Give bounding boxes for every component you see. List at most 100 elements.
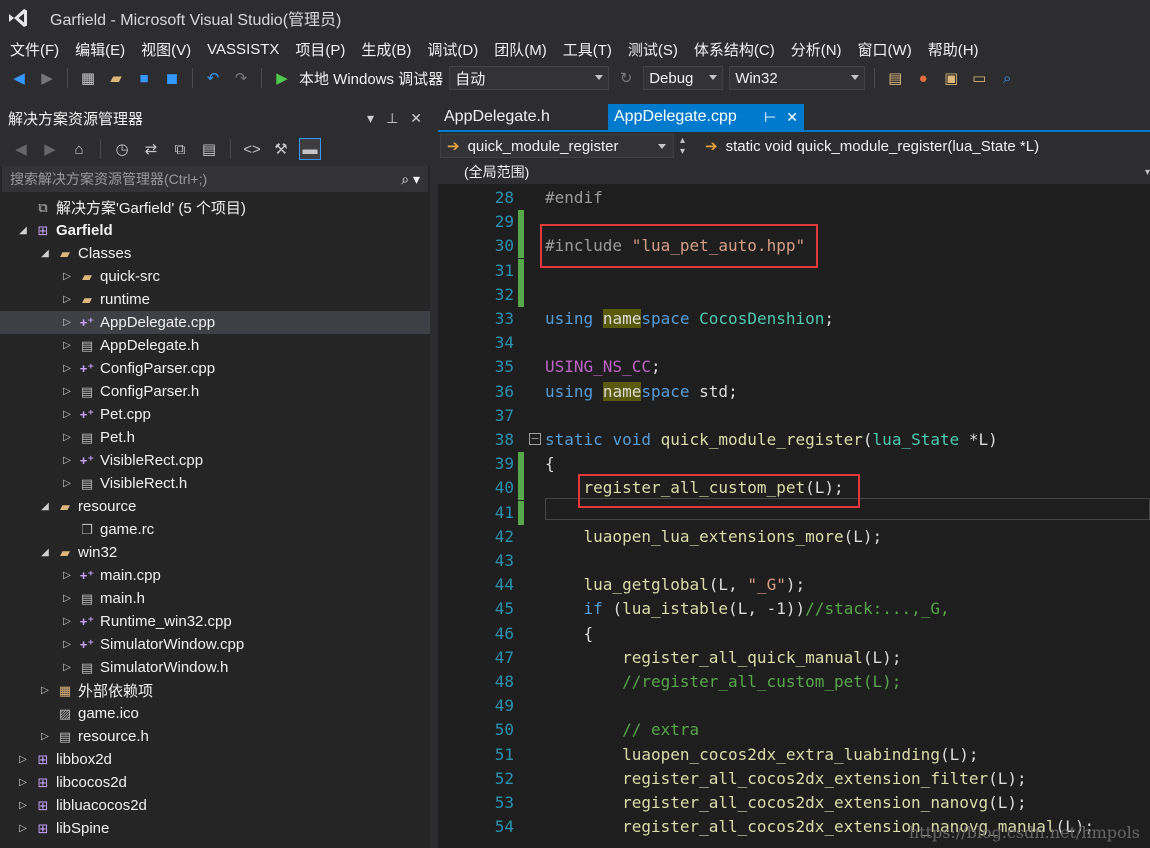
collapsed-arrow-icon[interactable]: ▷ [58, 455, 76, 466]
home-icon[interactable]: ⌂ [68, 138, 90, 160]
tree-item[interactable]: ◢ ▰ win32 [0, 541, 430, 564]
menu-window[interactable]: 窗口(W) [854, 39, 924, 60]
start-debug-icon[interactable]: ▶ [271, 67, 293, 89]
code-line[interactable]: 36 using namespace std; [438, 380, 1150, 404]
code-line[interactable]: 53 register_all_cocos2dx_extension_nanov… [438, 791, 1150, 815]
scope-bar[interactable]: (全局范围) ▾ [438, 160, 1150, 184]
tree-item[interactable]: ◢ ▰ resource [0, 495, 430, 518]
collapse-all-icon[interactable]: ⧉ [169, 138, 191, 160]
solution-search-box[interactable]: 搜索解决方案资源管理器(Ctrl+;) ⌕ ▾ [2, 166, 428, 192]
code-line[interactable]: 39 { [438, 452, 1150, 477]
configuration-combo[interactable]: Debug [643, 66, 724, 90]
tree-item[interactable]: ◢ ▰ Classes [0, 242, 430, 265]
tab-appdelegate-h[interactable]: AppDelegate.h [438, 104, 608, 130]
menu-file[interactable]: 文件(F) [6, 39, 71, 60]
code-line[interactable]: 48 //register_all_custom_pet(L); [438, 670, 1150, 694]
collapsed-arrow-icon[interactable]: ▷ [58, 432, 76, 443]
menu-edit[interactable]: 编辑(E) [71, 39, 137, 60]
sync-icon[interactable]: ⇄ [140, 138, 162, 160]
save-icon[interactable]: ■ [133, 67, 155, 89]
code-line[interactable]: 45 if (lua_istable(L, -1))//stack:...,_G… [438, 597, 1150, 621]
pin-icon[interactable]: ⊢ [764, 109, 776, 126]
collapsed-arrow-icon[interactable]: ▷ [58, 386, 76, 397]
menu-help[interactable]: 帮助(H) [924, 39, 991, 60]
code-line[interactable]: 32 [438, 282, 1150, 307]
pending-changes-icon[interactable]: ◷ [111, 138, 133, 160]
view-code-icon[interactable]: <> [241, 138, 263, 160]
open-file-icon[interactable]: ▰ [105, 67, 127, 89]
attach-process-icon[interactable]: ● [912, 67, 934, 89]
pin-icon[interactable]: ⊥ [386, 110, 398, 127]
undo-icon[interactable]: ↶ [202, 67, 224, 89]
platform-combo[interactable]: Win32 [729, 66, 866, 90]
code-line[interactable]: 42 luaopen_lua_extensions_more(L); [438, 525, 1150, 549]
find-in-files-icon[interactable]: ▤ [884, 67, 906, 89]
search-icon[interactable]: ⌕ ▾ [401, 171, 420, 188]
collapsed-arrow-icon[interactable]: ▷ [58, 340, 76, 351]
save-all-icon[interactable]: ◼ [161, 67, 183, 89]
code-line[interactable]: 50 // extra [438, 718, 1150, 742]
start-debugger-button[interactable]: 本地 Windows 调试器 [299, 68, 443, 89]
show-all-files-icon[interactable]: ▤ [198, 138, 220, 160]
code-line[interactable]: 37 [438, 404, 1150, 428]
expanded-arrow-icon[interactable]: ◢ [36, 248, 54, 259]
code-area[interactable]: 28 #endif 29 30 #include "lua_pet_auto.hpp" 3… [438, 186, 1150, 848]
open-folder-icon[interactable]: ▭ [968, 67, 990, 89]
code-line[interactable]: 52 register_all_cocos2dx_extension_filte… [438, 767, 1150, 791]
preview-selected-icon[interactable]: ▬ [299, 138, 321, 160]
split-button[interactable]: ▴ ▾ [680, 135, 692, 157]
function-combo[interactable]: ➔ quick_module_register [440, 134, 674, 158]
forward-icon[interactable]: ▶ [36, 67, 58, 89]
tree-item[interactable]: ▷ ⊞ libcocos2d [0, 771, 430, 794]
dropdown-icon[interactable]: ▾ [367, 110, 374, 127]
tree-item[interactable]: ▷ +⁺ VisibleRect.cpp [0, 449, 430, 472]
code-line[interactable]: 44 lua_getglobal(L, "_G"); [438, 573, 1150, 597]
collapsed-arrow-icon[interactable]: ▷ [14, 754, 32, 765]
tree-item[interactable]: ▷ ▤ SimulatorWindow.h [0, 656, 430, 679]
code-line[interactable]: 30 #include "lua_pet_auto.hpp" [438, 234, 1150, 259]
code-line[interactable]: 47 register_all_quick_manual(L); [438, 646, 1150, 670]
collapsed-arrow-icon[interactable]: ▷ [58, 409, 76, 420]
tree-item[interactable]: ▷ ▰ quick-src [0, 265, 430, 288]
back-icon[interactable]: ◀ [10, 138, 32, 160]
mode-combo[interactable]: 自动 [449, 66, 610, 90]
tree-item[interactable]: ▷ ⊞ libluacocos2d [0, 794, 430, 817]
code-line[interactable]: 31 [438, 258, 1150, 283]
tree-item[interactable]: ▷ ▤ Pet.h [0, 426, 430, 449]
code-line[interactable]: 46 { [438, 622, 1150, 646]
collapsed-arrow-icon[interactable]: ▷ [36, 731, 54, 742]
collapsed-arrow-icon[interactable]: ▷ [14, 800, 32, 811]
expanded-arrow-icon[interactable]: ◢ [14, 225, 32, 236]
collapsed-arrow-icon[interactable]: ▷ [58, 478, 76, 489]
tree-item[interactable]: ▷ +⁺ Runtime_win32.cpp [0, 610, 430, 633]
forward-icon[interactable]: ▶ [39, 138, 61, 160]
collapsed-arrow-icon[interactable]: ▷ [58, 662, 76, 673]
close-icon[interactable]: ✕ [410, 110, 422, 127]
expanded-arrow-icon[interactable]: ◢ [36, 501, 54, 512]
tree-item[interactable]: ▷ ▤ ConfigParser.h [0, 380, 430, 403]
tree-item[interactable]: ▷ ⊞ libSpine [0, 817, 430, 840]
tab-appdelegate-cpp[interactable]: AppDelegate.cpp ⊢ ✕ [608, 104, 804, 130]
menu-project[interactable]: 项目(P) [291, 39, 357, 60]
tree-item[interactable]: ▷ ▤ main.h [0, 587, 430, 610]
menu-vassistx[interactable]: VASSISTX [203, 41, 291, 58]
search-icon[interactable]: ⌕ [996, 67, 1018, 89]
tree-item[interactable]: ▷ ⊞ libbox2d [0, 748, 430, 771]
menu-architecture[interactable]: 体系结构(C) [690, 39, 787, 60]
menu-build[interactable]: 生成(B) [357, 39, 423, 60]
tree-item[interactable]: ▷ ▰ runtime [0, 288, 430, 311]
expanded-arrow-icon[interactable]: ◢ [36, 547, 54, 558]
collapsed-arrow-icon[interactable]: ▷ [58, 570, 76, 581]
code-line[interactable]: 43 [438, 549, 1150, 573]
menu-debug[interactable]: 调试(D) [423, 39, 490, 60]
collapsed-arrow-icon[interactable]: ▷ [58, 294, 76, 305]
menu-tools[interactable]: 工具(T) [559, 39, 624, 60]
tree-item[interactable]: ▷ +⁺ main.cpp [0, 564, 430, 587]
menu-test[interactable]: 测试(S) [624, 39, 690, 60]
code-line[interactable]: 51 luaopen_cocos2dx_extra_luabinding(L); [438, 743, 1150, 767]
collapsed-arrow-icon[interactable]: ▷ [58, 363, 76, 374]
signature-combo[interactable]: ➔ static void quick_module_register(lua_… [698, 134, 1148, 158]
tree-item[interactable]: ▷ +⁺ AppDelegate.cpp [0, 311, 430, 334]
tree-item[interactable]: ▷ ▤ AppDelegate.h [0, 334, 430, 357]
collapsed-arrow-icon[interactable]: ▷ [14, 823, 32, 834]
